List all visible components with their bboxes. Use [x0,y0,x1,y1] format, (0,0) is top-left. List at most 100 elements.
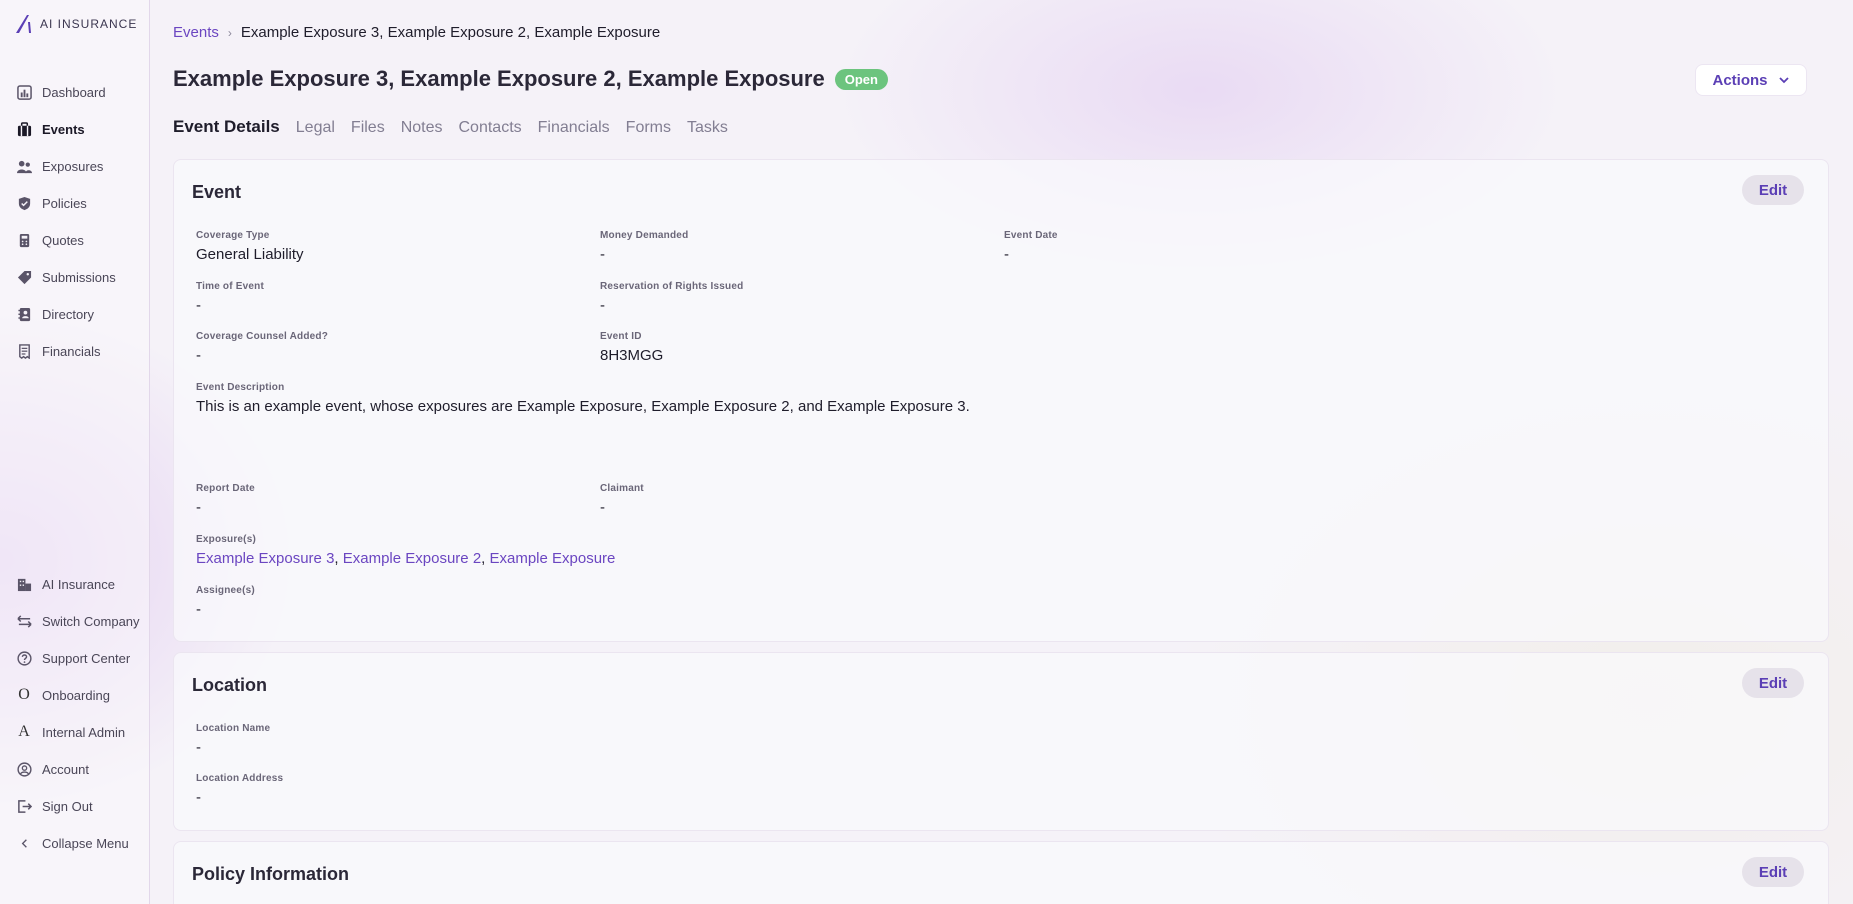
exposure-link[interactable]: Example Exposure [490,550,616,567]
field-value: - [1004,246,1009,263]
sidebar-item-onboarding[interactable]: O Onboarding [16,685,110,705]
sidebar-item-label: Financials [42,343,101,359]
tabs: Event Details Legal Files Notes Contacts… [173,117,728,137]
sidebar-item-exposures[interactable]: Exposures [16,156,103,176]
sidebar-item-label: Account [42,761,89,777]
calculator-icon [16,232,32,248]
sidebar-item-financials[interactable]: Financials [16,341,101,361]
receipt-icon [16,343,32,359]
actions-button[interactable]: Actions [1695,64,1807,96]
sidebar-item-submissions[interactable]: Submissions [16,267,116,287]
sidebar-item-label: Internal Admin [42,724,126,740]
field-label: Location Address [196,773,284,784]
event-edit-button[interactable]: Edit [1742,175,1804,205]
chevron-left-icon [16,835,32,851]
field-label: Coverage Type [196,230,270,241]
internal-admin-icon: A [18,723,30,740]
chart-icon [16,84,32,100]
tab-legal[interactable]: Legal [296,119,335,137]
account-icon [16,761,32,777]
sidebar-item-events[interactable]: Events [16,119,85,139]
field-value: - [196,789,201,806]
field-label: Reservation of Rights Issued [600,281,744,292]
status-badge: Open [834,68,888,90]
policy-card: Policy Information Edit [173,841,1829,904]
sidebar-item-label: Exposures [42,158,104,174]
event-description-field: Event Description This is an example eve… [196,382,970,415]
sidebar-item-internal-admin[interactable]: A Internal Admin [16,722,125,742]
field-label: Event ID [600,331,642,342]
tab-contacts[interactable]: Contacts [459,119,522,137]
sidebar-item-label: Switch Company [42,613,140,629]
briefcase-icon [16,121,32,137]
sidebar-item-label: AI Insurance [42,576,115,592]
sidebar-item-collapse-menu[interactable]: Collapse Menu [16,833,129,853]
sidebar-item-dashboard[interactable]: Dashboard [16,82,106,102]
exposure-link[interactable]: Example Exposure 3 [196,550,334,567]
coverage-counsel-field: Coverage Counsel Added? - [196,331,328,364]
onboarding-icon: O [18,686,30,703]
field-value: - [196,739,201,756]
field-label: Claimant [600,483,644,494]
sidebar-item-label: Sign Out [42,798,93,814]
location-edit-button[interactable]: Edit [1742,668,1804,698]
money-demanded-field: Money Demanded - [600,230,688,263]
sidebar-item-switch-company[interactable]: Switch Company [16,611,140,631]
field-value: 8H3MGG [600,347,664,364]
sidebar-item-label: Submissions [42,269,116,285]
sidebar-item-ai-insurance[interactable]: AI Insurance [16,574,115,594]
separator: , [334,550,339,567]
report-date-field: Report Date - [196,483,255,516]
building-icon [16,576,32,592]
main-content: Events › Example Exposure 3, Example Exp… [150,0,1853,904]
field-label: Exposure(s) [196,534,256,545]
users-icon [16,158,32,174]
sidebar-item-label: Quotes [42,232,84,248]
tab-event-details[interactable]: Event Details [173,117,280,137]
tab-notes[interactable]: Notes [401,119,443,137]
sidebar-item-label: Onboarding [42,687,110,703]
exposure-links: Example Exposure 3, Example Exposure 2, … [196,550,615,567]
field-label: Coverage Counsel Added? [196,331,329,342]
sidebar-item-quotes[interactable]: Quotes [16,230,84,250]
breadcrumb-current: Example Exposure 3, Example Exposure 2, … [240,24,661,41]
exposure-link[interactable]: Example Exposure 2 [343,550,481,567]
event-card-title: Event [192,182,242,202]
policy-card-title: Policy Information [192,864,350,884]
field-label: Report Date [196,483,255,494]
actions-label: Actions [1712,71,1768,89]
field-value: - [600,297,605,314]
page-title: Example Exposure 3, Example Exposure 2, … [173,66,825,91]
policy-edit-button[interactable]: Edit [1742,857,1804,887]
tag-icon [16,269,32,285]
brand-name: AI INSURANCE [40,17,138,31]
chevron-down-icon [1778,77,1789,84]
sidebar-item-label: Support Center [42,650,131,666]
field-label: Money Demanded [600,230,689,241]
sidebar-item-support-center[interactable]: Support Center [16,648,130,668]
sidebar-item-sign-out[interactable]: Sign Out [16,796,93,816]
sidebar-item-directory[interactable]: Directory [16,304,94,324]
sidebar-item-label: Directory [42,306,95,322]
sign-out-icon [16,798,32,814]
tab-files[interactable]: Files [351,119,385,137]
logo-icon [16,15,31,33]
tab-tasks[interactable]: Tasks [687,119,728,137]
separator: , [481,550,486,567]
help-icon [16,650,32,666]
chevron-right-icon: › [227,25,232,40]
swap-icon [16,613,32,629]
brand-logo[interactable]: AI INSURANCE [14,14,137,34]
sidebar-item-policies[interactable]: Policies [16,193,87,213]
tab-financials[interactable]: Financials [538,119,610,137]
event-date-field: Event Date - [1004,230,1058,263]
tab-forms[interactable]: Forms [626,119,671,137]
field-label: Assignee(s) [196,585,255,596]
field-value: - [196,347,201,364]
field-label: Time of Event [196,281,264,292]
breadcrumb-events-link[interactable]: Events [173,24,219,41]
sidebar-item-account[interactable]: Account [16,759,89,779]
breadcrumb: Events › Example Exposure 3, Example Exp… [173,24,660,41]
location-card: Location Edit Location Name - Location A… [173,652,1829,831]
coverage-type-field: Coverage Type General Liability [196,230,304,263]
